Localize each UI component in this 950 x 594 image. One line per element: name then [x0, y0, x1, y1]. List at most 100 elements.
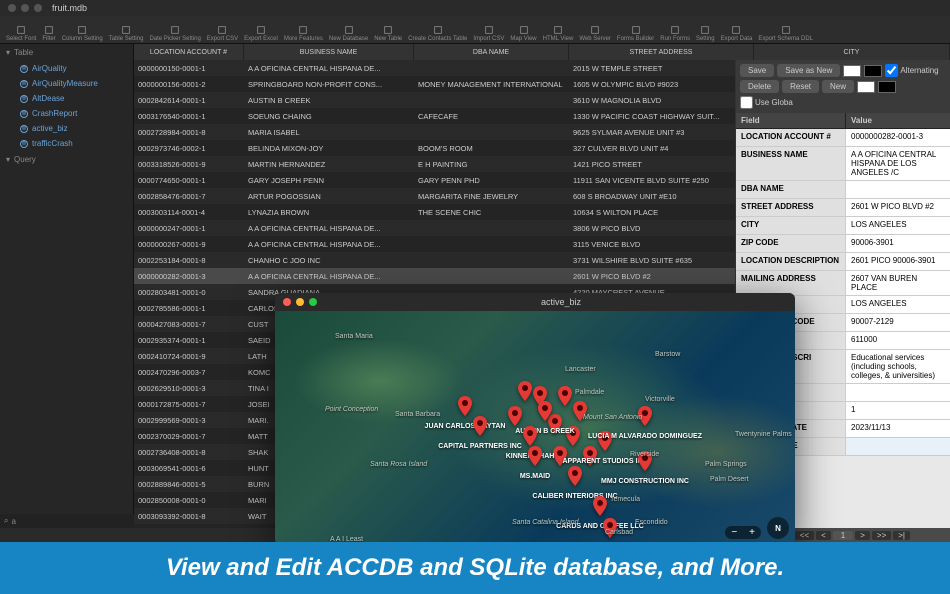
pager-last[interactable]: >|	[893, 531, 910, 540]
tool-run-forms[interactable]: Run Forms	[658, 24, 692, 43]
map-pin-label: JUAN CARLOS GAYTAN	[425, 423, 506, 430]
map-city-label: Santa Barbara	[395, 411, 440, 418]
search-input[interactable]: a	[11, 517, 15, 526]
map-titlebar: active_biz	[275, 293, 795, 311]
tool-import-csv[interactable]: Import CSV	[471, 24, 506, 43]
tool-web-server[interactable]: Web Server	[577, 24, 613, 43]
tool-column-setting[interactable]: Column Setting	[60, 24, 105, 43]
color-swatch-white-2[interactable]	[857, 81, 875, 93]
save-button[interactable]: Save	[740, 64, 774, 77]
map-city-label: Twentynine Palms	[735, 431, 792, 438]
color-swatch-white[interactable]	[843, 65, 861, 77]
detail-row[interactable]: CITYLOS ANGELES	[736, 217, 950, 235]
tool-export-schema-ddl[interactable]: Export Schema DDL	[756, 24, 815, 43]
map-pin[interactable]	[458, 396, 472, 421]
map-city-label: Santa Maria	[335, 333, 373, 340]
alternating-checkbox[interactable]: Alternating	[885, 64, 938, 77]
map-pin[interactable]	[568, 466, 582, 491]
promo-banner: View and Edit ACCDB and SQLite database,…	[0, 542, 950, 594]
zoom-control[interactable]: −+	[725, 526, 761, 539]
column-header[interactable]: STREET ADDRESS	[569, 44, 754, 60]
map-pin[interactable]	[538, 401, 552, 426]
sidebar-item-CrashReport[interactable]: ⊚CrashReport	[0, 106, 133, 121]
map-city-label: Palm Desert	[710, 476, 749, 483]
column-header[interactable]: BUSINESS NAME	[244, 44, 414, 60]
tool-setting[interactable]: Setting	[694, 24, 717, 43]
map-city-label: Escondido	[635, 519, 668, 526]
sidebar: ▾ Table ⊚AirQuality⊚AirQualityMeasure⊚Al…	[0, 44, 134, 542]
pager-prev-fast[interactable]: <<	[795, 531, 814, 540]
map-city-label: Temecula	[610, 496, 640, 503]
map-city-label: Lancaster	[565, 366, 596, 373]
window-titlebar: fruit.mdb	[0, 0, 950, 16]
compass-icon[interactable]: N	[767, 517, 789, 539]
column-header[interactable]: LOCATION ACCOUNT #	[134, 44, 244, 60]
column-header[interactable]: CITY	[754, 44, 950, 60]
pager-prev[interactable]: <	[816, 531, 831, 540]
column-header[interactable]: DBA NAME	[414, 44, 569, 60]
map-city-label: Santa Catalina Island	[512, 519, 579, 526]
save-as-new-button[interactable]: Save as New	[777, 64, 840, 77]
tool-new-database[interactable]: New Database	[327, 24, 370, 43]
color-swatch-black[interactable]	[864, 65, 882, 77]
tool-more-features[interactable]: More Features	[282, 24, 325, 43]
tool-new-table[interactable]: New Table	[372, 24, 404, 43]
pager-next[interactable]: >	[855, 531, 870, 540]
detail-row[interactable]: BUSINESS NAMEA A OFICINA CENTRAL HISPANA…	[736, 147, 950, 181]
tool-export-excel[interactable]: Export Excel	[242, 24, 280, 43]
detail-row[interactable]: ZIP CODE90006-3901	[736, 235, 950, 253]
tool-table-setting[interactable]: Table Setting	[107, 24, 146, 43]
detail-row[interactable]: LOCATION DESCRIPTION2601 PICO 90006-3901	[736, 253, 950, 271]
sidebar-item-AirQualityMeasure[interactable]: ⊚AirQualityMeasure	[0, 76, 133, 91]
map-pin[interactable]	[558, 386, 572, 411]
detail-row[interactable]: LOCATION ACCOUNT #0000000282-0001-3	[736, 129, 950, 147]
detail-row[interactable]: STREET ADDRESS2601 W PICO BLVD #2	[736, 199, 950, 217]
color-swatch-black-2[interactable]	[878, 81, 896, 93]
map-pin-label: APPARENT STUDIOS INC	[562, 458, 647, 465]
grid-header: LOCATION ACCOUNT #BUSINESS NAMEDBA NAMES…	[134, 44, 950, 60]
pager-page[interactable]: 1	[833, 531, 853, 540]
detail-row[interactable]: DBA NAME	[736, 181, 950, 199]
map-pin[interactable]	[473, 416, 487, 441]
map-city-label: Palmdale	[575, 389, 604, 396]
reset-button[interactable]: Reset	[782, 80, 819, 93]
map-pin-label: MMJ CONSTRUCTION INC	[601, 478, 689, 485]
search-icon: ⌕	[4, 516, 8, 526]
map-pin[interactable]	[518, 381, 532, 406]
tool-forms-builder[interactable]: Forms Builder	[615, 24, 656, 43]
main-toolbar: Select FontFilterColumn SettingTable Set…	[0, 16, 950, 44]
pager-next-fast[interactable]: >>	[872, 531, 891, 540]
zoom-out[interactable]: −	[725, 526, 743, 539]
tool-date-picker-setting[interactable]: Date Picker Setting	[147, 24, 202, 43]
tool-export-data[interactable]: Export Data	[719, 24, 755, 43]
traffic-lights[interactable]	[8, 4, 42, 12]
tool-select-font[interactable]: Select Font	[4, 24, 38, 43]
sidebar-query-header[interactable]: ▾ Query	[0, 151, 133, 168]
use-global-checkbox[interactable]: Use Globa	[740, 96, 793, 109]
new-button[interactable]: New	[822, 80, 854, 93]
sidebar-item-active_biz[interactable]: ⊚active_biz	[0, 121, 133, 136]
sidebar-item-trafficCrash[interactable]: ⊚trafficCrash	[0, 136, 133, 151]
sidebar-item-AltDease[interactable]: ⊚AltDease	[0, 91, 133, 106]
search-box[interactable]: ⌕ a	[0, 514, 134, 528]
map-window[interactable]: active_biz N −+ JUAN CARLOS GAYTAN CAPITA…	[275, 293, 795, 545]
map-city-label: Santa Rosa Island	[370, 461, 427, 468]
tool-html-view[interactable]: HTML View	[541, 24, 576, 43]
window-title: fruit.mdb	[52, 3, 87, 13]
map-pin-label: CAPITAL PARTNERS INC	[438, 443, 522, 450]
detail-panel-toolbar: Save Save as New Alternating Delete Rese…	[736, 60, 950, 113]
tool-filter[interactable]: Filter	[40, 24, 57, 43]
map-pin-label: MS.MAID	[520, 473, 550, 480]
sidebar-tables-header[interactable]: ▾ Table	[0, 44, 133, 61]
zoom-in[interactable]: +	[743, 526, 761, 539]
map-pin[interactable]	[528, 446, 542, 471]
tool-create-contacts-table[interactable]: Create Contacts Table	[406, 24, 469, 43]
map-canvas[interactable]: N −+ JUAN CARLOS GAYTAN CAPITAL PARTNERS …	[275, 311, 795, 545]
sidebar-item-AirQuality[interactable]: ⊚AirQuality	[0, 61, 133, 76]
map-traffic-lights[interactable]	[283, 298, 317, 306]
map-pin-label: LUCIA M ALVARADO DOMINGUEZ	[588, 433, 702, 440]
map-city-label: Carlsbad	[605, 529, 633, 536]
delete-button[interactable]: Delete	[740, 80, 779, 93]
tool-export-csv[interactable]: Export CSV	[205, 24, 240, 43]
tool-map-view[interactable]: Map View	[508, 24, 538, 43]
